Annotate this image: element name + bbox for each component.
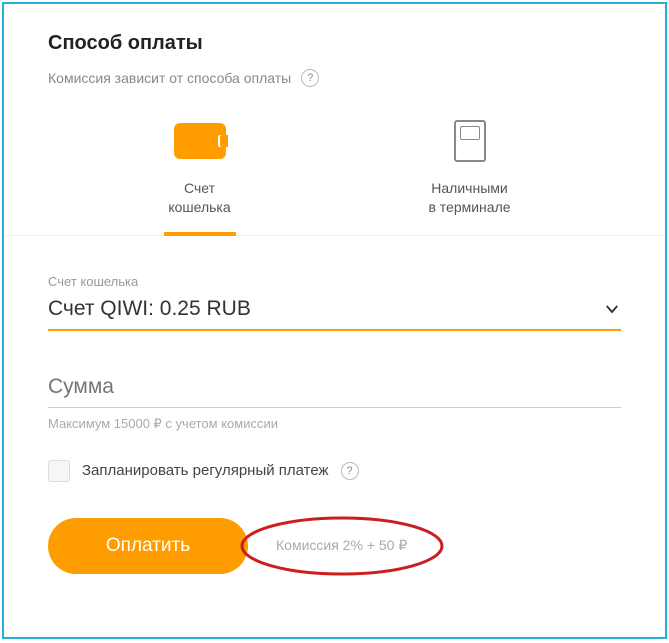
help-icon[interactable]: ?	[301, 69, 319, 87]
amount-block: Максимум 15000 ₽ с учетом комиссии	[48, 373, 621, 432]
terminal-icon	[454, 120, 486, 162]
wallet-select-value: Счет QIWI: 0.25 RUB	[48, 297, 251, 321]
form-area: Счет кошелька Счет QIWI: 0.25 RUB Максим…	[4, 236, 665, 594]
amount-hint: Максимум 15000 ₽ с учетом комиссии	[48, 416, 621, 432]
method-wallet-line1: Счет	[184, 180, 215, 196]
wallet-select-block: Счет кошелька Счет QIWI: 0.25 RUB	[48, 274, 621, 331]
action-row: Оплатить Комиссия 2% + 50 ₽	[48, 518, 621, 574]
method-terminal[interactable]: Наличными в терминале	[405, 117, 535, 235]
method-terminal-line1: Наличными	[431, 180, 507, 196]
wallet-select-label: Счет кошелька	[48, 274, 621, 289]
method-wallet[interactable]: Счет кошелька	[135, 117, 265, 235]
schedule-checkbox[interactable]	[48, 460, 70, 482]
payment-methods: Счет кошелька Наличными в терминале	[4, 97, 665, 236]
terminal-icon-wrap	[454, 117, 486, 165]
wallet-icon-wrap	[174, 117, 226, 165]
commission-text: Комиссия 2% + 50 ₽	[276, 537, 407, 554]
schedule-row: Запланировать регулярный платеж ?	[48, 460, 621, 482]
wallet-icon	[174, 123, 226, 159]
schedule-label: Запланировать регулярный платеж	[82, 462, 329, 479]
pay-button[interactable]: Оплатить	[48, 518, 248, 574]
method-terminal-label: Наличными в терминале	[428, 179, 510, 217]
page-title: Способ оплаты	[48, 32, 621, 55]
payment-panel: Способ оплаты Комиссия зависит от способ…	[2, 2, 667, 639]
header-section: Способ оплаты Комиссия зависит от способ…	[4, 4, 665, 97]
wallet-select[interactable]: Счет QIWI: 0.25 RUB	[48, 293, 621, 331]
help-icon[interactable]: ?	[341, 462, 359, 480]
method-terminal-line2: в терминале	[428, 199, 510, 215]
method-wallet-line2: кошелька	[168, 199, 230, 215]
commission-note: Комиссия зависит от способа оплаты	[48, 70, 291, 86]
amount-input[interactable]	[48, 373, 621, 408]
subtitle-row: Комиссия зависит от способа оплаты ?	[48, 69, 621, 87]
commission-wrap: Комиссия 2% + 50 ₽	[276, 537, 407, 554]
method-wallet-label: Счет кошелька	[168, 179, 230, 217]
chevron-down-icon	[603, 300, 621, 318]
